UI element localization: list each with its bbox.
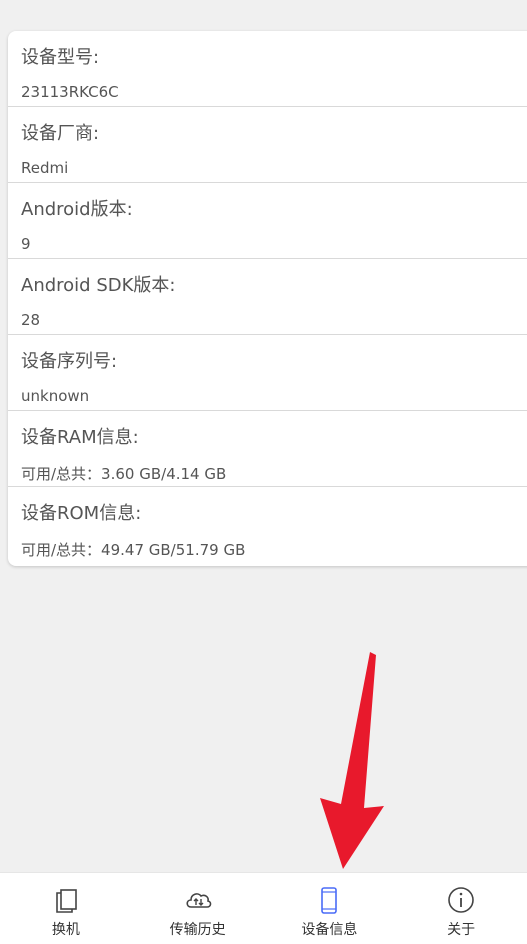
device-info-card: 设备型号: 23113RKC6C 设备厂商: Redmi Android版本: …: [8, 31, 527, 566]
device-manufacturer-label: 设备厂商:: [21, 123, 100, 144]
nav-item-device-info[interactable]: 设备信息: [264, 873, 396, 944]
rom-info-row: 设备ROM信息: 可用/总共：49.47 GB/51.79 GB: [8, 487, 527, 562]
nav-item-switch[interactable]: 换机: [0, 873, 132, 944]
serial-number-value: unknown: [21, 387, 90, 405]
device-info-screen: 设备型号: 23113RKC6C 设备厂商: Redmi Android版本: …: [0, 0, 527, 944]
android-sdk-value: 28: [21, 311, 41, 329]
ram-info-label: 设备RAM信息:: [21, 427, 139, 448]
rom-info-label: 设备ROM信息:: [21, 503, 142, 524]
nav-label-switch: 换机: [51, 922, 80, 938]
nav-item-about[interactable]: 关于: [395, 873, 527, 944]
android-version-value: 9: [21, 235, 31, 253]
device-model-row: 设备型号: 23113RKC6C: [8, 31, 527, 107]
bottom-navigation: 换机 传输历史 设备信息 关于: [0, 872, 527, 944]
device-manufacturer-row: 设备厂商: Redmi: [8, 107, 527, 183]
rom-info-value: 可用/总共：49.47 GB/51.79 GB: [21, 541, 246, 559]
serial-number-row: 设备序列号: unknown: [8, 335, 527, 411]
nav-item-history[interactable]: 传输历史: [132, 873, 264, 944]
ram-info-row: 设备RAM信息: 可用/总共：3.60 GB/4.14 GB: [8, 411, 527, 487]
android-sdk-label: Android SDK版本:: [21, 275, 176, 296]
android-sdk-row: Android SDK版本: 28: [8, 259, 527, 335]
device-manufacturer-value: Redmi: [21, 159, 69, 177]
cloud-transfer-icon: [186, 893, 211, 908]
serial-number-label: 设备序列号:: [21, 351, 118, 372]
android-version-row: Android版本: 9: [8, 183, 527, 259]
nav-label-history: 传输历史: [169, 922, 226, 938]
info-icon: [448, 887, 474, 913]
phone-icon: [321, 887, 338, 914]
device-model-label: 设备型号:: [21, 47, 100, 68]
android-version-label: Android版本:: [21, 199, 133, 220]
ram-info-value: 可用/总共：3.60 GB/4.14 GB: [21, 465, 227, 483]
device-model-value: 23113RKC6C: [21, 83, 119, 101]
nav-label-about: 关于: [447, 922, 476, 938]
nav-label-device-info: 设备信息: [301, 922, 358, 938]
copy-icon: [56, 889, 77, 913]
